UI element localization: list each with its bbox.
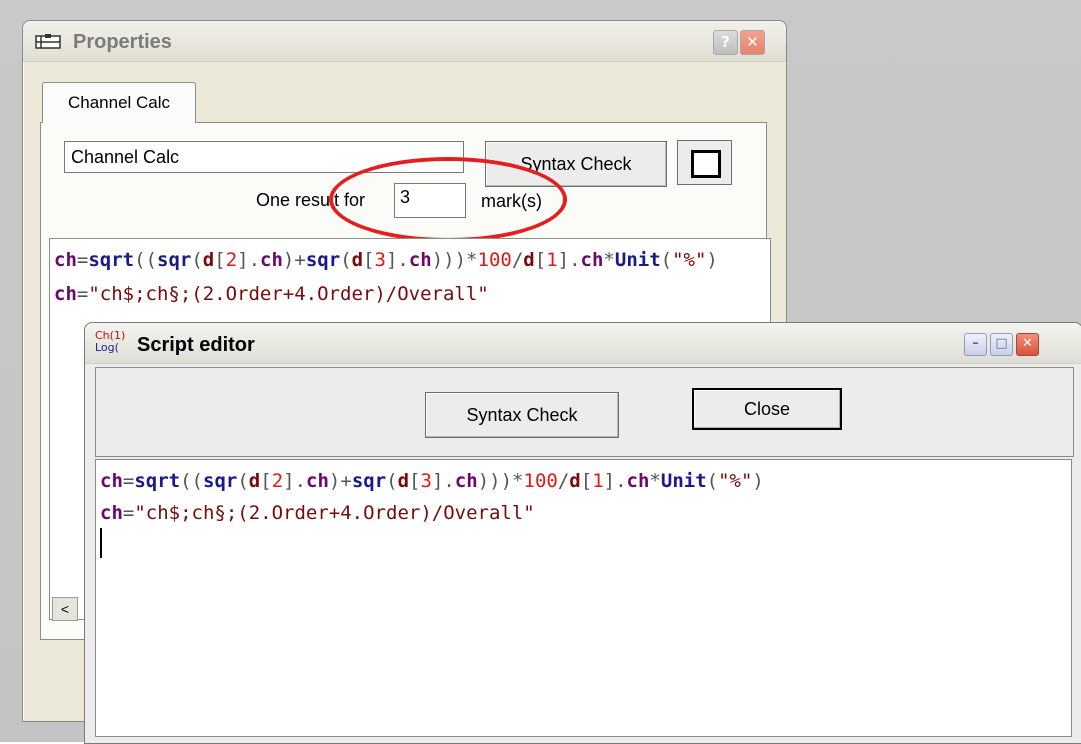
code-token: )))* xyxy=(477,470,524,492)
code-token: 3 xyxy=(420,470,432,492)
code-token: / xyxy=(511,249,524,271)
code-token: (( xyxy=(134,249,157,271)
minimize-button[interactable]: – xyxy=(964,333,987,356)
code-token: ch xyxy=(100,502,123,524)
code-token: 100 xyxy=(477,249,512,271)
code-token: ch xyxy=(454,470,478,492)
code-token: ch xyxy=(54,249,77,271)
code-token: ( xyxy=(191,249,203,271)
text-caret xyxy=(100,528,102,558)
code-token: d xyxy=(397,470,410,492)
script-editor-titlebar[interactable]: Ch(1) Log( Script editor – □ ✕ xyxy=(85,323,1081,364)
code-token: = xyxy=(76,283,89,305)
code-token: / xyxy=(557,470,570,492)
code-token: ( xyxy=(706,470,719,492)
code-token: ]. xyxy=(385,249,409,271)
code-token: 1 xyxy=(592,470,604,492)
code-token: ]. xyxy=(283,470,307,492)
properties-titlebar[interactable]: Properties ? ✕ xyxy=(23,21,786,62)
code-token: ch xyxy=(54,283,77,305)
code-token: ( xyxy=(386,470,398,492)
color-square-button[interactable] xyxy=(677,140,732,185)
script-editor-window: Ch(1) Log( Script editor – □ ✕ Syntax Ch… xyxy=(84,322,1081,744)
code-token: 3 xyxy=(374,249,386,271)
script-editor-app-icon: Ch(1) Log( xyxy=(95,330,133,356)
code-token: sqr xyxy=(203,470,238,492)
code-token: ]. xyxy=(237,249,261,271)
code-token: sqrt xyxy=(88,249,135,271)
code-token: (( xyxy=(180,470,203,492)
code-token: d xyxy=(523,249,535,271)
properties-app-icon xyxy=(35,34,61,49)
code-token: sqr xyxy=(305,249,341,271)
code-token: = xyxy=(76,249,89,271)
code-token: d xyxy=(202,249,215,271)
code-token: ch xyxy=(306,470,329,492)
code-token: ]. xyxy=(557,249,581,271)
code-token: d xyxy=(351,249,364,271)
code-token: )+ xyxy=(282,249,306,271)
code-token: ) xyxy=(706,249,718,271)
code-token: ch xyxy=(626,470,650,492)
code-token: [ xyxy=(534,249,547,271)
code-token: "%" xyxy=(718,470,753,492)
tab-channel-calc[interactable]: Channel Calc xyxy=(42,82,196,123)
code-line-1: ch=sqrt((sqr(d[2].ch)+sqr(d[3].ch)))*100… xyxy=(54,249,718,271)
help-button[interactable]: ? xyxy=(713,30,738,55)
code-token: 1 xyxy=(546,249,558,271)
code-token: = xyxy=(122,470,135,492)
scroll-left-arrow[interactable]: < xyxy=(52,597,78,621)
code-token: [ xyxy=(260,470,272,492)
code-token: 2 xyxy=(225,249,238,271)
close-button[interactable]: Close xyxy=(692,388,842,430)
code-line-2: ch="ch$;ch§;(2.Order+4.Order)/Overall" xyxy=(100,502,535,524)
code-token: "ch$;ch§;(2.Order+4.Order)/Overall" xyxy=(88,283,489,305)
code-token: 100 xyxy=(523,470,558,492)
code-token: [ xyxy=(580,470,593,492)
icon-text-line2: Log( xyxy=(95,341,119,354)
script-editor-close-icon-button[interactable]: ✕ xyxy=(1016,333,1039,356)
code-token: sqr xyxy=(157,249,192,271)
code-token: ch xyxy=(408,249,432,271)
code-token: ( xyxy=(340,249,352,271)
code-token: * xyxy=(649,470,661,492)
code-token: ( xyxy=(237,470,249,492)
code-token: )))* xyxy=(431,249,478,271)
code-token: "%" xyxy=(672,249,707,271)
script-editor-title: Script editor xyxy=(137,334,255,356)
code-token: * xyxy=(603,249,615,271)
code-token: Unit xyxy=(614,249,661,271)
properties-title: Properties xyxy=(73,31,172,53)
code-token: sqr xyxy=(351,470,387,492)
code-token: ]. xyxy=(603,470,627,492)
code-line-2: ch="ch$;ch§;(2.Order+4.Order)/Overall" xyxy=(54,283,489,305)
code-token: ( xyxy=(660,249,673,271)
properties-close-button[interactable]: ✕ xyxy=(740,30,765,55)
script-code-editor[interactable]: ch=sqrt((sqr(d[2].ch)+sqr(d[3].ch)))*100… xyxy=(95,459,1072,737)
code-token: d xyxy=(248,470,261,492)
code-token: [ xyxy=(409,470,421,492)
code-token: sqrt xyxy=(134,470,181,492)
square-icon xyxy=(691,150,721,178)
syntax-check-button[interactable]: Syntax Check xyxy=(425,392,619,438)
script-editor-toolbar: Syntax Check Close xyxy=(95,367,1074,457)
code-token: "ch$;ch§;(2.Order+4.Order)/Overall" xyxy=(134,502,535,524)
code-token: [ xyxy=(214,249,226,271)
highlight-ellipse xyxy=(329,157,567,242)
code-token: 2 xyxy=(271,470,284,492)
maximize-button[interactable]: □ xyxy=(990,333,1013,356)
code-token: ) xyxy=(752,470,764,492)
code-token: = xyxy=(122,502,135,524)
code-token: )+ xyxy=(328,470,352,492)
code-line-1: ch=sqrt((sqr(d[2].ch)+sqr(d[3].ch)))*100… xyxy=(100,470,764,492)
code-token: [ xyxy=(363,249,375,271)
code-token: Unit xyxy=(660,470,707,492)
code-token: ]. xyxy=(431,470,455,492)
code-token: d xyxy=(569,470,581,492)
code-token: ch xyxy=(580,249,604,271)
code-token: ch xyxy=(100,470,123,492)
code-token: ch xyxy=(260,249,283,271)
